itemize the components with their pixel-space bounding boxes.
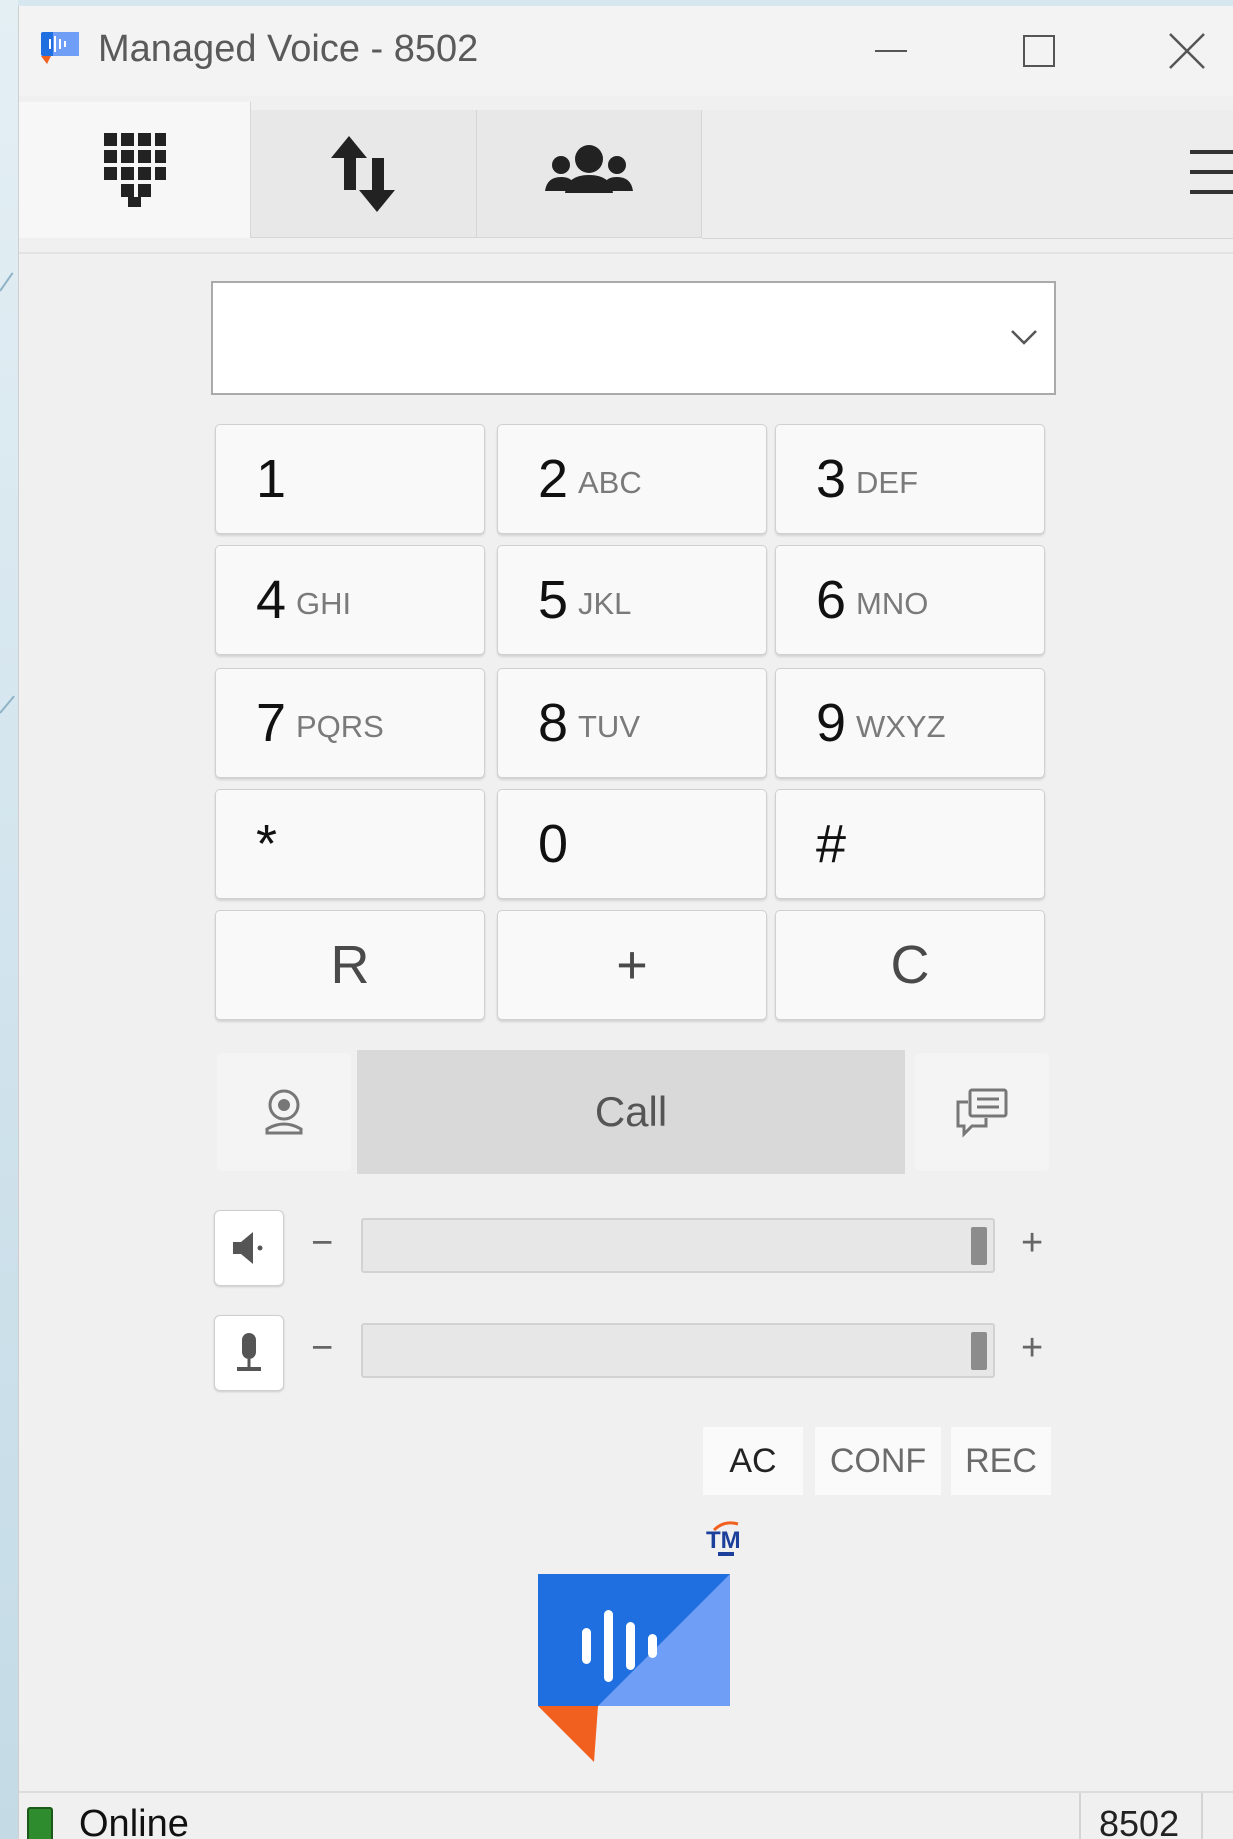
- call-label: Call: [594, 1088, 668, 1135]
- key-hash[interactable]: #: [775, 789, 1045, 899]
- speaker-icon: [233, 1232, 263, 1264]
- key-letters: DEF: [856, 465, 918, 500]
- key-letters: WXYZ: [856, 709, 946, 744]
- tm-badge: TM: [706, 1521, 741, 1556]
- key-star[interactable]: *: [215, 789, 485, 899]
- microphone-slider-thumb[interactable]: [971, 1332, 987, 1370]
- toggle-ac[interactable]: AC: [703, 1427, 803, 1495]
- toggle-label: AC: [729, 1441, 777, 1480]
- key-digit: 8: [538, 693, 569, 753]
- key-letters: JKL: [578, 586, 632, 621]
- key-3[interactable]: 3 DEF: [775, 424, 1045, 534]
- close-icon: [1169, 33, 1205, 69]
- key-digit: 2: [538, 449, 569, 509]
- close-button[interactable]: [1157, 26, 1217, 76]
- call-button[interactable]: Call: [357, 1050, 905, 1174]
- minimize-button[interactable]: [861, 26, 921, 76]
- toggle-label: CONF: [829, 1441, 927, 1480]
- extension-number: 8502: [1099, 1803, 1180, 1839]
- tab-transfer[interactable]: [251, 110, 477, 238]
- message-button[interactable]: [915, 1053, 1049, 1171]
- microphone-mute-button[interactable]: [214, 1315, 284, 1391]
- key-digit: 9: [816, 693, 847, 753]
- key-6[interactable]: 6 MNO: [775, 545, 1045, 655]
- speaker-mute-button[interactable]: [214, 1210, 284, 1286]
- dialpad-icon: [103, 133, 166, 207]
- microphone-decrease[interactable]: −: [311, 1327, 333, 1370]
- divider: [19, 252, 1233, 254]
- key-8[interactable]: 8 TUV: [497, 668, 767, 778]
- speaker-slider-thumb[interactable]: [971, 1227, 987, 1265]
- key-digit: 1: [256, 449, 287, 509]
- key-4[interactable]: 4 GHI: [215, 545, 485, 655]
- status-bar: Online 8502: [19, 1791, 1233, 1839]
- key-2[interactable]: 2 ABC: [497, 424, 767, 534]
- microphone-icon: [237, 1333, 261, 1371]
- key-digit: 0: [538, 814, 569, 874]
- tab-contacts[interactable]: [477, 110, 702, 238]
- number-combobox[interactable]: [211, 281, 1056, 395]
- managed-voice-logo: TM: [538, 1521, 741, 1762]
- key-digit: R: [330, 935, 370, 995]
- transfer-arrows-icon: [330, 135, 395, 212]
- key-1[interactable]: 1: [215, 424, 485, 534]
- key-digit: #: [816, 814, 847, 874]
- speaker-volume-slider[interactable]: [361, 1218, 995, 1273]
- webcam-icon: [265, 1089, 303, 1135]
- key-redial[interactable]: R: [215, 910, 485, 1020]
- title-bar[interactable]: Managed Voice - 8502: [19, 6, 1233, 96]
- speaker-decrease[interactable]: −: [311, 1222, 333, 1265]
- key-letters: TUV: [578, 709, 640, 744]
- key-letters: MNO: [856, 586, 929, 621]
- app-icon: [41, 32, 79, 64]
- tab-bar: [19, 102, 1233, 240]
- key-5[interactable]: 5 JKL: [497, 545, 767, 655]
- video-call-button[interactable]: [217, 1053, 351, 1171]
- key-9[interactable]: 9 WXYZ: [775, 668, 1045, 778]
- key-letters: ABC: [578, 465, 642, 500]
- microphone-volume-slider[interactable]: [361, 1323, 995, 1378]
- chevron-down-icon[interactable]: [1006, 319, 1042, 355]
- tm-badge-text: TM: [706, 1527, 741, 1554]
- key-digit: 3: [816, 449, 847, 509]
- app-window: Managed Voice - 8502 1 2 ABC 3 DEF 4 GHI…: [18, 6, 1233, 1839]
- speaker-increase[interactable]: +: [1021, 1222, 1043, 1265]
- key-0[interactable]: 0: [497, 789, 767, 899]
- toggle-conf[interactable]: CONF: [815, 1427, 941, 1495]
- status-text: Online: [79, 1803, 189, 1839]
- key-letters: GHI: [296, 586, 352, 621]
- contacts-group-icon: [545, 144, 633, 193]
- hamburger-menu-icon[interactable]: [1190, 146, 1233, 198]
- microphone-increase[interactable]: +: [1021, 1327, 1043, 1370]
- maximize-button[interactable]: [1009, 26, 1069, 76]
- key-digit: 4: [256, 570, 287, 630]
- key-letters: PQRS: [296, 709, 384, 744]
- minimize-icon: [875, 50, 907, 52]
- key-digit: 7: [256, 693, 287, 753]
- key-plus[interactable]: +: [497, 910, 767, 1020]
- toggle-rec[interactable]: REC: [951, 1427, 1051, 1495]
- window-title: Managed Voice - 8502: [98, 28, 479, 70]
- maximize-icon: [1023, 35, 1055, 67]
- key-digit: 6: [816, 570, 847, 630]
- key-7[interactable]: 7 PQRS: [215, 668, 485, 778]
- key-digit: 5: [538, 570, 569, 630]
- chat-bubbles-icon: [956, 1088, 1008, 1138]
- key-digit: C: [890, 935, 930, 995]
- tab-bar-empty: [702, 110, 1233, 239]
- key-clear[interactable]: C: [775, 910, 1045, 1020]
- tab-dialpad[interactable]: [19, 102, 251, 238]
- key-digit: +: [616, 935, 648, 995]
- toggle-label: REC: [965, 1441, 1037, 1480]
- key-digit: *: [256, 814, 278, 874]
- online-status-icon: [27, 1807, 53, 1839]
